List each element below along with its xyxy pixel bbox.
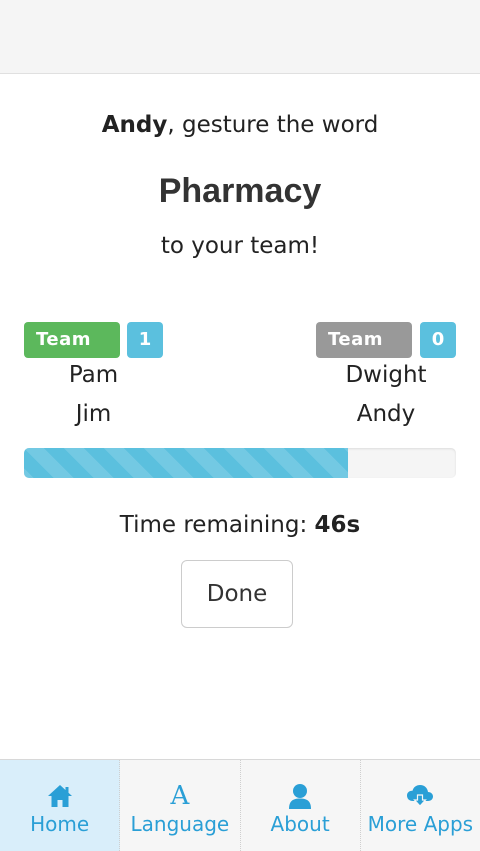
done-button[interactable]: Done <box>181 560 293 628</box>
time-remaining-value: 46s <box>314 512 361 538</box>
team-1-player: Jim <box>75 401 112 427</box>
current-player: Andy <box>101 112 168 138</box>
team-2-player: Dwight <box>345 362 427 388</box>
prompt-instruction: , gesture the word <box>167 112 379 138</box>
team-2-player: Andy <box>356 401 416 427</box>
tab-more-apps[interactable]: More Apps <box>360 760 480 851</box>
person-icon <box>288 782 312 810</box>
prompt-suffix: to your team! <box>160 233 320 259</box>
cloud-download-icon <box>406 782 434 810</box>
prompt-line: Andy, gesture the word <box>0 112 480 138</box>
team-2-label: Team 2 <box>316 322 412 386</box>
tab-about[interactable]: About <box>240 760 361 851</box>
tab-language[interactable]: A Language <box>120 760 241 851</box>
team-1-player: Pam <box>68 362 119 388</box>
tab-label: About <box>270 812 330 836</box>
tab-label: Home <box>30 812 90 836</box>
header-bar <box>0 0 480 74</box>
tab-label: Language <box>130 812 230 836</box>
time-remaining-label: Time remaining: <box>119 512 315 538</box>
secret-word: Pharmacy <box>158 172 322 210</box>
timer-progress-bar <box>24 448 456 478</box>
tab-label: More Apps <box>367 812 474 836</box>
bottom-tab-bar: Home A Language About More Apps <box>0 759 480 851</box>
tab-home[interactable]: Home <box>0 760 121 851</box>
home-icon <box>47 782 73 810</box>
timer-progress-fill <box>24 448 348 478</box>
time-remaining: Time remaining: 46s <box>0 512 480 538</box>
letter-a-icon: A <box>170 781 190 811</box>
team-2-score-badge: 0 <box>420 322 456 358</box>
team-1-label: Team 1 <box>24 322 120 386</box>
team-1-score-badge: 1 <box>127 322 163 358</box>
